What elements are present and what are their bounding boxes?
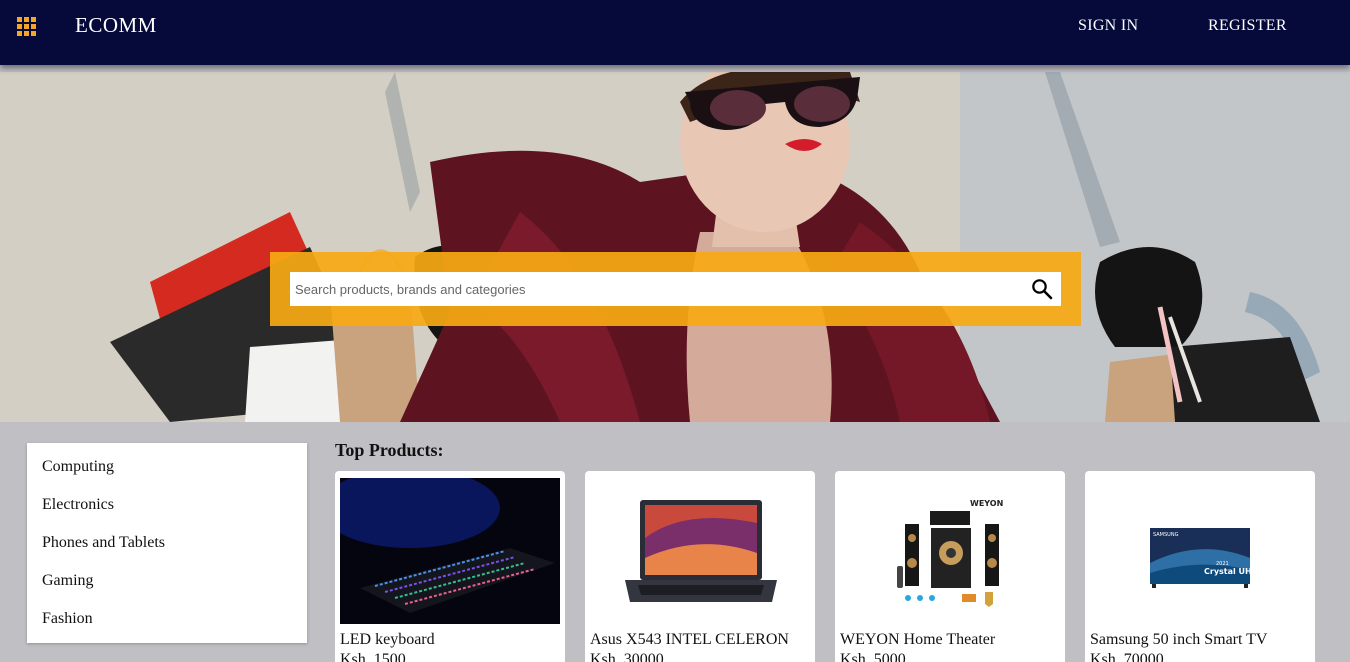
product-card[interactable]: LED keyboard Ksh. 1500 [335, 471, 565, 662]
apps-grid-icon[interactable] [17, 17, 37, 37]
product-price: Ksh. 5000 [840, 651, 906, 662]
category-electronics[interactable]: Electronics [42, 496, 114, 514]
sign-in-link[interactable]: SIGN IN [1078, 17, 1138, 35]
svg-text:SAMSUNG: SAMSUNG [1153, 532, 1179, 538]
hero-shopping-woman-image [0, 72, 1350, 422]
top-products-heading: Top Products: [335, 440, 444, 460]
category-fashion[interactable]: Fashion [42, 610, 93, 628]
product-price: Ksh. 70000 [1090, 651, 1164, 662]
category-phones-tablets[interactable]: Phones and Tablets [42, 534, 165, 552]
search-box [290, 272, 1061, 306]
search-input[interactable] [290, 272, 1020, 306]
product-image-weyon-home-theater: WEYON [840, 478, 1060, 624]
register-link[interactable]: REGISTER [1208, 17, 1287, 35]
product-card[interactable]: Asus X543 INTEL CELERON Ksh. 30000 [585, 471, 815, 662]
svg-text:Crystal UHD: Crystal UHD [1204, 567, 1259, 576]
top-navbar: ECOMM SIGN IN REGISTER [0, 0, 1350, 65]
product-card[interactable]: SAMSUNG 2021 Crystal UHD Samsung 50 inch… [1085, 471, 1315, 662]
product-name: LED keyboard [340, 631, 435, 648]
search-icon[interactable] [1031, 278, 1053, 300]
product-name: Asus X543 INTEL CELERON [590, 631, 789, 648]
category-sidebar: Computing Electronics Phones and Tablets… [27, 443, 307, 643]
product-price: Ksh. 30000 [590, 651, 664, 662]
product-card[interactable]: WEYON WEYON Home Theater Ksh. 5000 [835, 471, 1065, 662]
product-image-led-keyboard [340, 478, 560, 624]
product-price: Ksh. 1500 [340, 651, 406, 662]
category-computing[interactable]: Computing [42, 458, 114, 476]
product-name: WEYON Home Theater [840, 631, 996, 648]
svg-text:WEYON: WEYON [970, 499, 1003, 508]
product-image-asus-laptop [590, 478, 810, 624]
search-bar-container [270, 252, 1081, 326]
product-name: Samsung 50 inch Smart TV [1090, 631, 1268, 648]
category-gaming[interactable]: Gaming [42, 572, 94, 590]
product-image-samsung-tv: SAMSUNG 2021 Crystal UHD [1090, 478, 1310, 624]
brand-logo[interactable]: ECOMM [75, 13, 157, 38]
hero-banner [0, 72, 1350, 422]
